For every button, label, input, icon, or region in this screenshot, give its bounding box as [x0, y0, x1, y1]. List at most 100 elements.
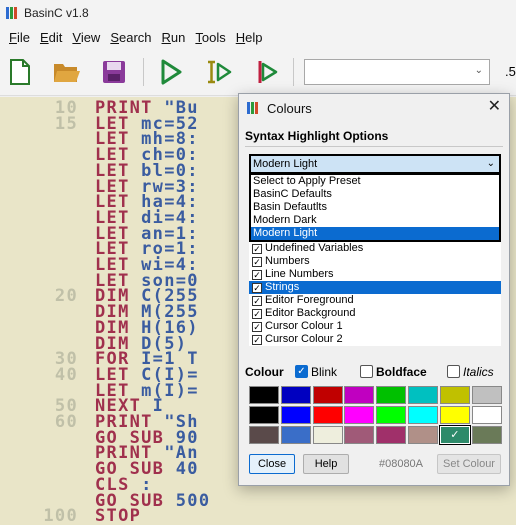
dialog-title: Colours [267, 100, 312, 116]
list-item[interactable]: ✓ Strings [249, 281, 501, 294]
menu-search[interactable]: Search [105, 30, 156, 45]
colour-swatch[interactable] [408, 426, 438, 444]
set-colour-button[interactable]: Set Colour [437, 454, 501, 474]
colour-swatch[interactable] [408, 406, 438, 424]
item-checkbox[interactable]: ✓ [252, 296, 262, 306]
boldface-label: Boldface [376, 365, 427, 379]
colour-swatch[interactable] [471, 426, 502, 444]
preset-option[interactable]: Modern Light [251, 227, 499, 240]
menu-help[interactable]: Help [231, 30, 268, 45]
preset-select[interactable]: Modern Light ⌄ [249, 154, 501, 174]
hex-colour-field[interactable]: #08080A [374, 454, 428, 474]
colour-swatch[interactable] [249, 406, 279, 424]
line-number: 20 [54, 286, 78, 307]
colour-swatch[interactable] [471, 386, 502, 404]
preset-option[interactable]: Modern Dark [251, 214, 499, 227]
colour-swatch[interactable] [312, 386, 343, 404]
preset-option[interactable]: Basin Defautlts [251, 201, 499, 214]
list-item-label: Editor Foreground [265, 294, 354, 306]
list-item[interactable]: ✓ Editor Background [249, 307, 501, 320]
app-icon [6, 7, 18, 19]
line-number: 60 [54, 412, 78, 432]
colour-swatch[interactable] [280, 386, 311, 404]
new-file-icon[interactable] [6, 58, 34, 86]
toolbar-extra-text: .5 [505, 64, 516, 79]
item-checkbox[interactable]: ✓ [252, 283, 262, 293]
preset-dropdown-list: Select to Apply Preset BasinC Defaults Bas… [249, 174, 501, 242]
basinc-window: BasinC v1.8 File Edit View Search Run To… [0, 0, 516, 525]
item-checkbox[interactable]: ✓ [252, 335, 262, 345]
colour-label: Colour [245, 365, 284, 379]
italics-label: Italics [463, 365, 494, 379]
list-item-label: Cursor Colour 1 [265, 320, 343, 332]
item-checkbox[interactable]: ✓ [252, 309, 262, 319]
colour-swatch[interactable] [280, 426, 311, 444]
colour-swatch[interactable] [249, 426, 279, 444]
toolbar-separator [143, 58, 144, 86]
boldface-checkbox[interactable] [360, 365, 373, 378]
colour-swatch[interactable] [408, 386, 438, 404]
colour-palette: ✓ [249, 386, 505, 446]
colour-swatch[interactable] [376, 386, 407, 404]
colour-swatch[interactable] [280, 406, 311, 424]
list-item[interactable]: ✓ Numbers [249, 255, 501, 268]
preset-option[interactable]: Select to Apply Preset [251, 175, 499, 188]
preset-option[interactable]: BasinC Defaults [251, 188, 499, 201]
toolbar-separator [293, 58, 294, 86]
dialog-title-bar: Colours ✕ [239, 94, 509, 122]
menu-file[interactable]: File [4, 30, 35, 45]
close-button[interactable]: Close [249, 454, 295, 474]
list-item-label: Cursor Colour 2 [265, 333, 343, 345]
colour-swatch[interactable] [249, 386, 279, 404]
menu-run[interactable]: Run [157, 30, 191, 45]
colour-swatch[interactable] [344, 406, 375, 424]
blink-checkbox[interactable]: ✓ [295, 365, 308, 378]
item-checkbox[interactable]: ✓ [252, 322, 262, 332]
italics-checkbox[interactable] [447, 365, 460, 378]
blink-label: Blink [311, 365, 338, 379]
colour-swatch[interactable] [312, 426, 343, 444]
colour-swatch[interactable] [344, 426, 375, 444]
colour-swatch[interactable] [376, 406, 407, 424]
item-checkbox[interactable]: ✓ [252, 270, 262, 280]
highlight-items-list: ✓ Undefined Variables ✓ Numbers ✓ Line Number… [249, 242, 501, 346]
colour-swatch[interactable] [312, 406, 343, 424]
keyword-text: STOP [95, 506, 142, 525]
close-icon[interactable]: ✕ [488, 99, 501, 115]
line-number: 100 [43, 506, 78, 525]
colour-swatch[interactable]: ✓ [439, 426, 470, 444]
list-item[interactable]: ✓ Cursor Colour 2 [249, 333, 501, 346]
list-item[interactable]: ✓ Line Numbers [249, 268, 501, 281]
menu-bar: File Edit View Search Run Tools Help [0, 26, 516, 48]
keyword: STOP [95, 506, 142, 525]
debug-icon[interactable] [253, 58, 281, 86]
step-run-icon[interactable] [205, 58, 233, 86]
colour-swatch[interactable] [439, 386, 470, 404]
open-folder-icon[interactable] [53, 58, 81, 86]
colour-swatch[interactable] [376, 426, 407, 444]
window-title: BasinC v1.8 [24, 6, 89, 20]
item-checkbox[interactable]: ✓ [252, 244, 262, 254]
toolbar-combo[interactable]: ⌄ [304, 59, 490, 85]
menu-edit[interactable]: Edit [35, 30, 67, 45]
list-item-label: Numbers [265, 255, 310, 267]
toolbar: ⌄ .5 [0, 48, 516, 96]
list-item[interactable]: ✓ Undefined Variables [249, 242, 501, 255]
line-number: 40 [54, 364, 78, 385]
colour-swatch[interactable] [344, 386, 375, 404]
help-button[interactable]: Help [303, 454, 349, 474]
list-item[interactable]: ✓ Cursor Colour 1 [249, 320, 501, 333]
section-title: Syntax Highlight Options [245, 129, 389, 143]
divider [245, 146, 503, 147]
save-icon[interactable] [100, 58, 128, 86]
menu-tools[interactable]: Tools [190, 30, 230, 45]
title-bar: BasinC v1.8 [0, 0, 516, 26]
menu-view[interactable]: View [67, 30, 105, 45]
run-icon[interactable] [157, 58, 185, 86]
line-number: 15 [54, 113, 78, 134]
colour-swatch[interactable] [471, 406, 502, 424]
list-item[interactable]: ✓ Editor Foreground [249, 294, 501, 307]
colour-swatch[interactable] [439, 406, 470, 424]
item-checkbox[interactable]: ✓ [252, 257, 262, 267]
app-icon [247, 102, 259, 114]
